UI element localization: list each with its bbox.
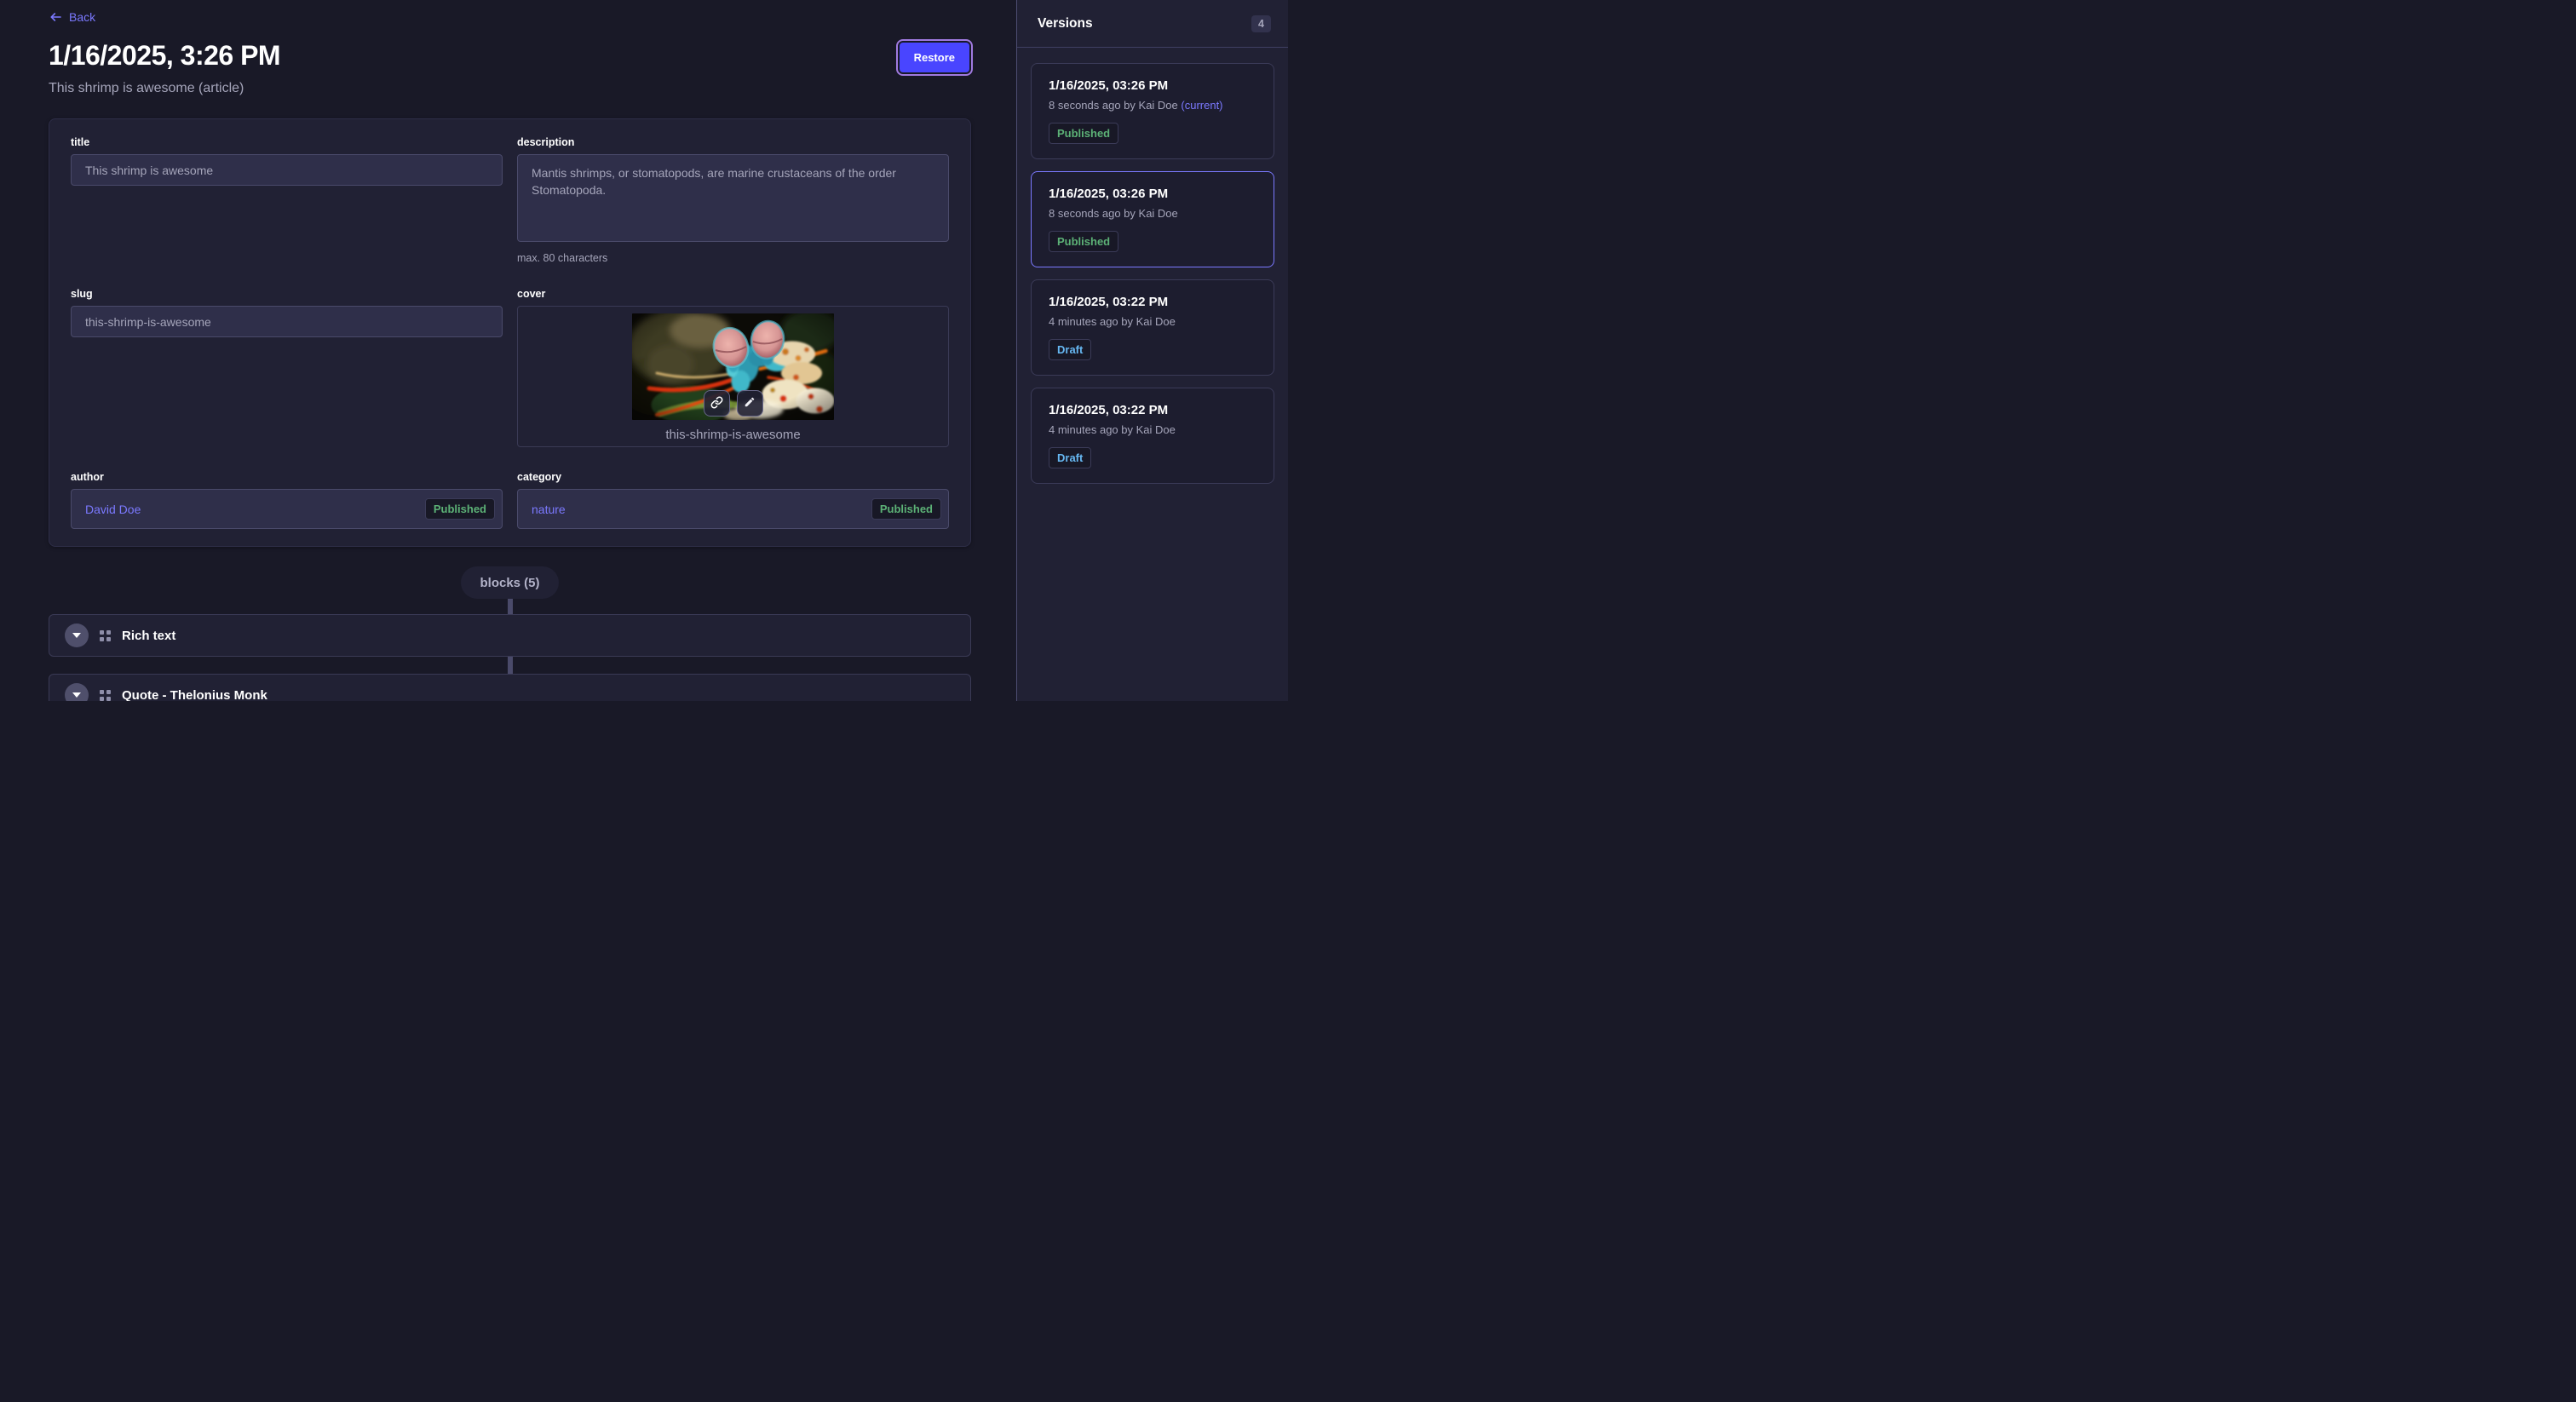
field-slug: slug [71,288,503,447]
media-edit-button[interactable] [737,390,763,417]
version-form-card: title description Mantis shrimps, or sto… [49,118,971,547]
category-label: category [517,471,949,483]
version-meta: 4 minutes ago by Kai Doe [1049,315,1256,328]
blocks-section: blocks (5) Rich text Quote - Thelonius M [49,547,971,701]
version-status-badge: Draft [1049,339,1091,360]
blocks-connector [508,599,513,614]
slug-label: slug [71,288,503,300]
chevron-down-icon [72,692,81,698]
field-cover: cover [517,288,949,447]
slug-input[interactable] [71,306,503,337]
description-input[interactable]: Mantis shrimps, or stomatopods, are mari… [517,154,949,242]
title-input[interactable] [71,154,503,186]
page-title: 1/16/2025, 3:26 PM [49,40,280,72]
versions-panel: Versions 4 1/16/2025, 03:26 PM 8 seconds… [1016,0,1288,701]
author-relation-box: David Doe Published [71,489,503,529]
cover-box: this-shrimp-is-awesome [517,306,949,447]
category-relation-box: nature Published [517,489,949,529]
cover-caption: this-shrimp-is-awesome [665,428,800,442]
block-collapse-button[interactable] [65,623,89,647]
pencil-icon [744,396,756,411]
back-label: Back [69,10,95,24]
version-status-badge: Draft [1049,447,1091,468]
drag-handle-icon[interactable] [100,630,111,641]
author-link[interactable]: David Doe [85,503,141,516]
back-link[interactable]: Back [49,10,95,24]
title-label: title [71,136,503,148]
block-label: Quote - Thelonius Monk [122,688,267,702]
blocks-connector [508,657,513,674]
version-date: 1/16/2025, 03:22 PM [1049,295,1256,309]
version-meta: 8 seconds ago by Kai Doe [1049,207,1256,220]
versions-count-badge: 4 [1251,15,1271,32]
restore-button[interactable]: Restore [900,43,969,72]
category-status-badge: Published [871,498,941,520]
chevron-down-icon [72,633,81,638]
version-card[interactable]: 1/16/2025, 03:22 PM 4 minutes ago by Kai… [1031,279,1274,376]
description-hint: max. 80 characters [517,252,949,264]
arrow-left-icon [49,10,62,24]
block-row-rich-text[interactable]: Rich text [49,614,971,657]
page-subtitle: This shrimp is awesome (article) [49,81,971,96]
media-link-button[interactable] [704,390,730,417]
block-row-quote[interactable]: Quote - Thelonius Monk [49,674,971,701]
main-area: Back 1/16/2025, 3:26 PM Restore This shr… [0,0,1016,701]
drag-handle-icon[interactable] [100,690,111,701]
version-list: 1/16/2025, 03:26 PM 8 seconds ago by Kai… [1017,48,1288,499]
blocks-pill[interactable]: blocks (5) [461,566,558,599]
field-category: category nature Published [517,471,949,529]
version-card[interactable]: 1/16/2025, 03:26 PM 8 seconds ago by Kai… [1031,63,1274,159]
block-label: Rich text [122,629,175,643]
field-title: title [71,136,503,264]
current-tag: (current) [1181,99,1222,112]
field-author: author David Doe Published [71,471,503,529]
version-card[interactable]: 1/16/2025, 03:22 PM 4 minutes ago by Kai… [1031,388,1274,484]
field-description: description Mantis shrimps, or stomatopo… [517,136,949,264]
version-date: 1/16/2025, 03:22 PM [1049,403,1256,417]
version-date: 1/16/2025, 03:26 PM [1049,78,1256,93]
version-date: 1/16/2025, 03:26 PM [1049,187,1256,201]
author-label: author [71,471,503,483]
history-page: Back 1/16/2025, 3:26 PM Restore This shr… [0,0,1288,701]
versions-panel-title: Versions [1038,16,1093,32]
version-meta: 4 minutes ago by Kai Doe [1049,423,1256,436]
version-status-badge: Published [1049,231,1118,252]
version-meta: 8 seconds ago by Kai Doe (current) [1049,99,1256,112]
category-link[interactable]: nature [532,503,566,516]
block-collapse-button[interactable] [65,683,89,701]
author-status-badge: Published [425,498,495,520]
version-card[interactable]: 1/16/2025, 03:26 PM 8 seconds ago by Kai… [1031,171,1274,267]
description-label: description [517,136,949,148]
version-status-badge: Published [1049,123,1118,144]
cover-label: cover [517,288,949,300]
link-icon [710,396,723,411]
